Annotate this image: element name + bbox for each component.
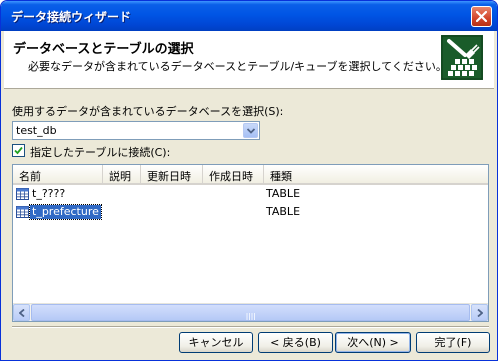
- wizard-window: データ接続ウィザード データベースとテーブルの選択 必要なデータが含まれているデ…: [0, 0, 498, 361]
- column-header-created[interactable]: 作成日時: [203, 165, 264, 183]
- title-bar[interactable]: データ接続ウィザード: [1, 1, 497, 31]
- table-list[interactable]: 名前 説明 更新日時 作成日時 種類 t_???? TABLE t_prefec…: [12, 164, 489, 322]
- wizard-header: データベースとテーブルの選択 必要なデータが含まれているデータベースとテーブル/…: [4, 31, 494, 89]
- scroll-left-button[interactable]: [13, 304, 30, 321]
- wizard-content: 使用するデータが含まれているデータベースを選択(S): test_db 指定した…: [4, 89, 494, 360]
- column-header-description[interactable]: 説明: [103, 165, 141, 183]
- database-select[interactable]: test_db: [12, 121, 260, 140]
- window-title: データ接続ウィザード: [11, 10, 132, 24]
- connect-table-checkbox[interactable]: [12, 144, 25, 157]
- table-icon: [16, 188, 29, 200]
- table-list-header: 名前 説明 更新日時 作成日時 種類: [13, 165, 488, 185]
- horizontal-scrollbar[interactable]: [13, 303, 488, 321]
- table-name: t_????: [32, 187, 66, 200]
- finish-button[interactable]: 完了(F): [416, 332, 490, 353]
- dropdown-button[interactable]: [243, 123, 258, 138]
- table-type: TABLE: [266, 187, 301, 200]
- database-select-value: test_db: [16, 124, 57, 137]
- connect-table-label[interactable]: 指定したテーブルに接続(C):: [30, 144, 170, 160]
- next-button[interactable]: 次へ(N) >: [335, 332, 411, 353]
- grip-icon: [246, 310, 256, 320]
- scroll-right-button[interactable]: [471, 304, 488, 321]
- back-button[interactable]: < 戻る(B): [258, 332, 333, 353]
- column-header-type[interactable]: 種類: [264, 165, 488, 183]
- table-type: TABLE: [266, 205, 301, 218]
- close-button[interactable]: [471, 6, 492, 27]
- page-subtitle: 必要なデータが含まれているデータベースとテーブル/キューブを選択してください。: [28, 60, 447, 73]
- column-header-modified[interactable]: 更新日時: [141, 165, 203, 183]
- scrollbar-thumb[interactable]: [31, 304, 470, 321]
- table-row[interactable]: t_???? TABLE: [13, 186, 488, 203]
- page-title: データベースとテーブルの選択: [13, 42, 194, 57]
- divider: [12, 326, 489, 328]
- database-label: 使用するデータが含まれているデータベースを選択(S):: [12, 105, 284, 118]
- table-row[interactable]: t_prefecture TABLE: [13, 204, 488, 221]
- cancel-button[interactable]: キャンセル: [179, 332, 253, 353]
- table-name: t_prefecture: [29, 204, 102, 220]
- column-header-name[interactable]: 名前: [13, 165, 103, 183]
- data-connection-icon: [441, 35, 483, 80]
- table-icon: [16, 206, 29, 218]
